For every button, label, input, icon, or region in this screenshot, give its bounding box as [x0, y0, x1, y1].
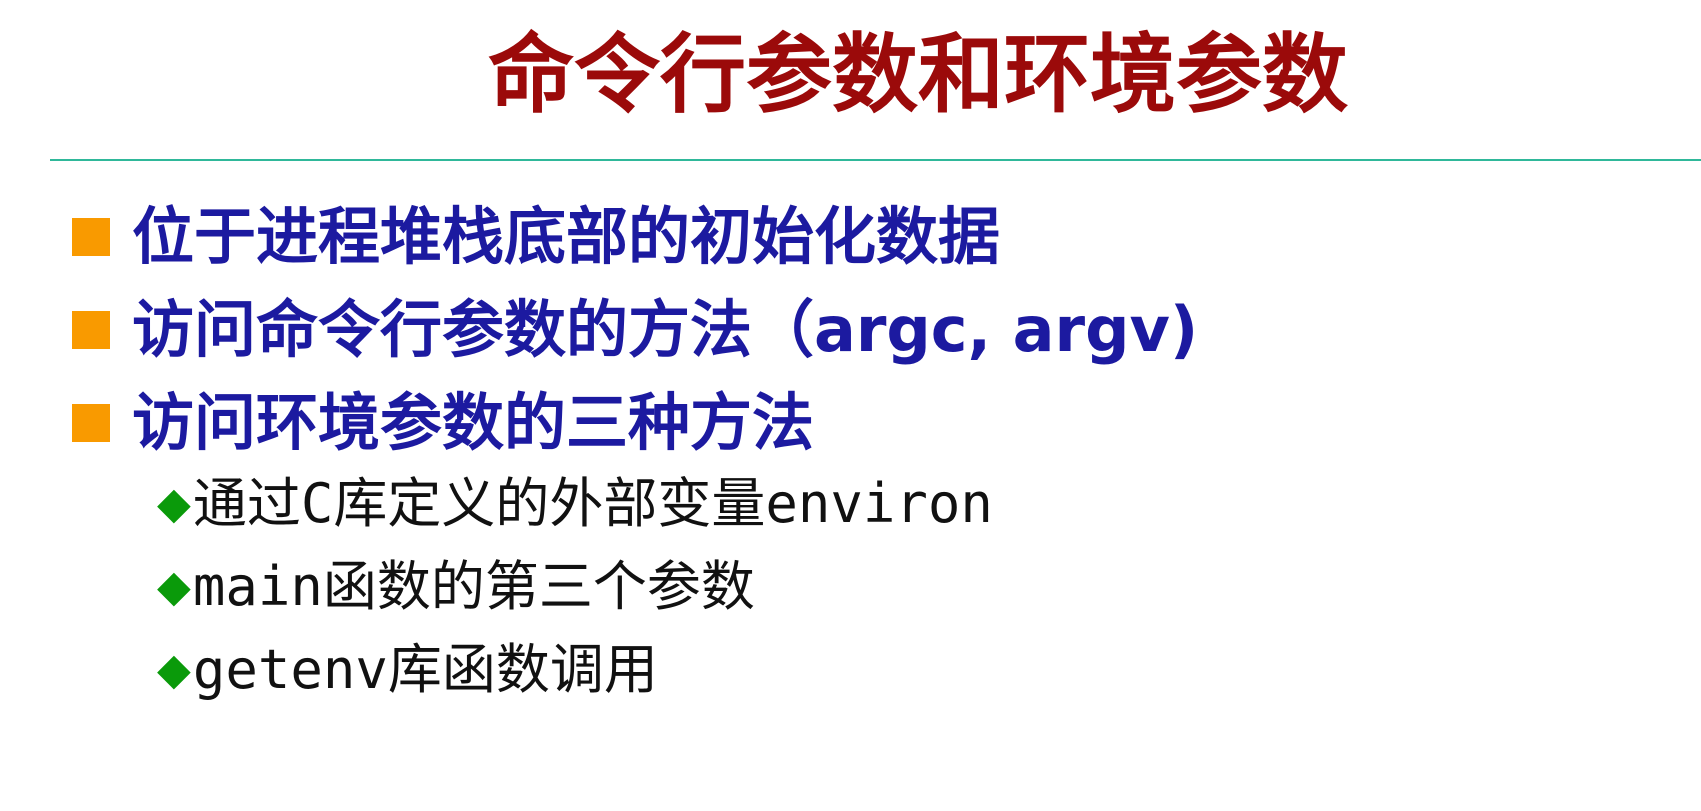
- title-divider: [50, 159, 1701, 161]
- square-bullet-icon: [72, 403, 110, 442]
- slide-title: 命令行参数和环境参数: [488, 24, 1348, 125]
- bullet-item: 位于进程堆栈底部的初始化数据: [72, 190, 1198, 283]
- square-bullet-icon: [72, 217, 110, 256]
- sub-bullet-text: getenv库函数调用: [192, 637, 658, 701]
- sub-bullet-item: ◆ main函数的第三个参数: [157, 545, 993, 628]
- bullet-item: 访问命令行参数的方法（argc, argv): [72, 283, 1198, 376]
- bullet-text: 访问命令行参数的方法（argc, argv): [132, 292, 1199, 366]
- sub-bullet-item: ◆ getenv库函数调用: [157, 628, 993, 711]
- bullet-list: 位于进程堆栈底部的初始化数据 访问命令行参数的方法（argc, argv) 访问…: [72, 190, 1198, 469]
- sub-bullet-text: main函数的第三个参数: [192, 554, 755, 618]
- diamond-bullet-icon: ◆: [157, 643, 191, 695]
- square-bullet-icon: [72, 310, 110, 349]
- bullet-text: 访问环境参数的三种方法: [132, 385, 815, 459]
- diamond-bullet-icon: ◆: [157, 477, 191, 529]
- bullet-item: 访问环境参数的三种方法: [72, 376, 1198, 469]
- sub-bullet-text: 通过C库定义的外部变量environ: [192, 471, 993, 535]
- diamond-bullet-icon: ◆: [157, 560, 191, 612]
- sub-bullet-item: ◆ 通过C库定义的外部变量environ: [157, 462, 993, 545]
- bullet-text: 位于进程堆栈底部的初始化数据: [132, 199, 1001, 273]
- sub-bullet-list: ◆ 通过C库定义的外部变量environ ◆ main函数的第三个参数 ◆ ge…: [157, 462, 993, 711]
